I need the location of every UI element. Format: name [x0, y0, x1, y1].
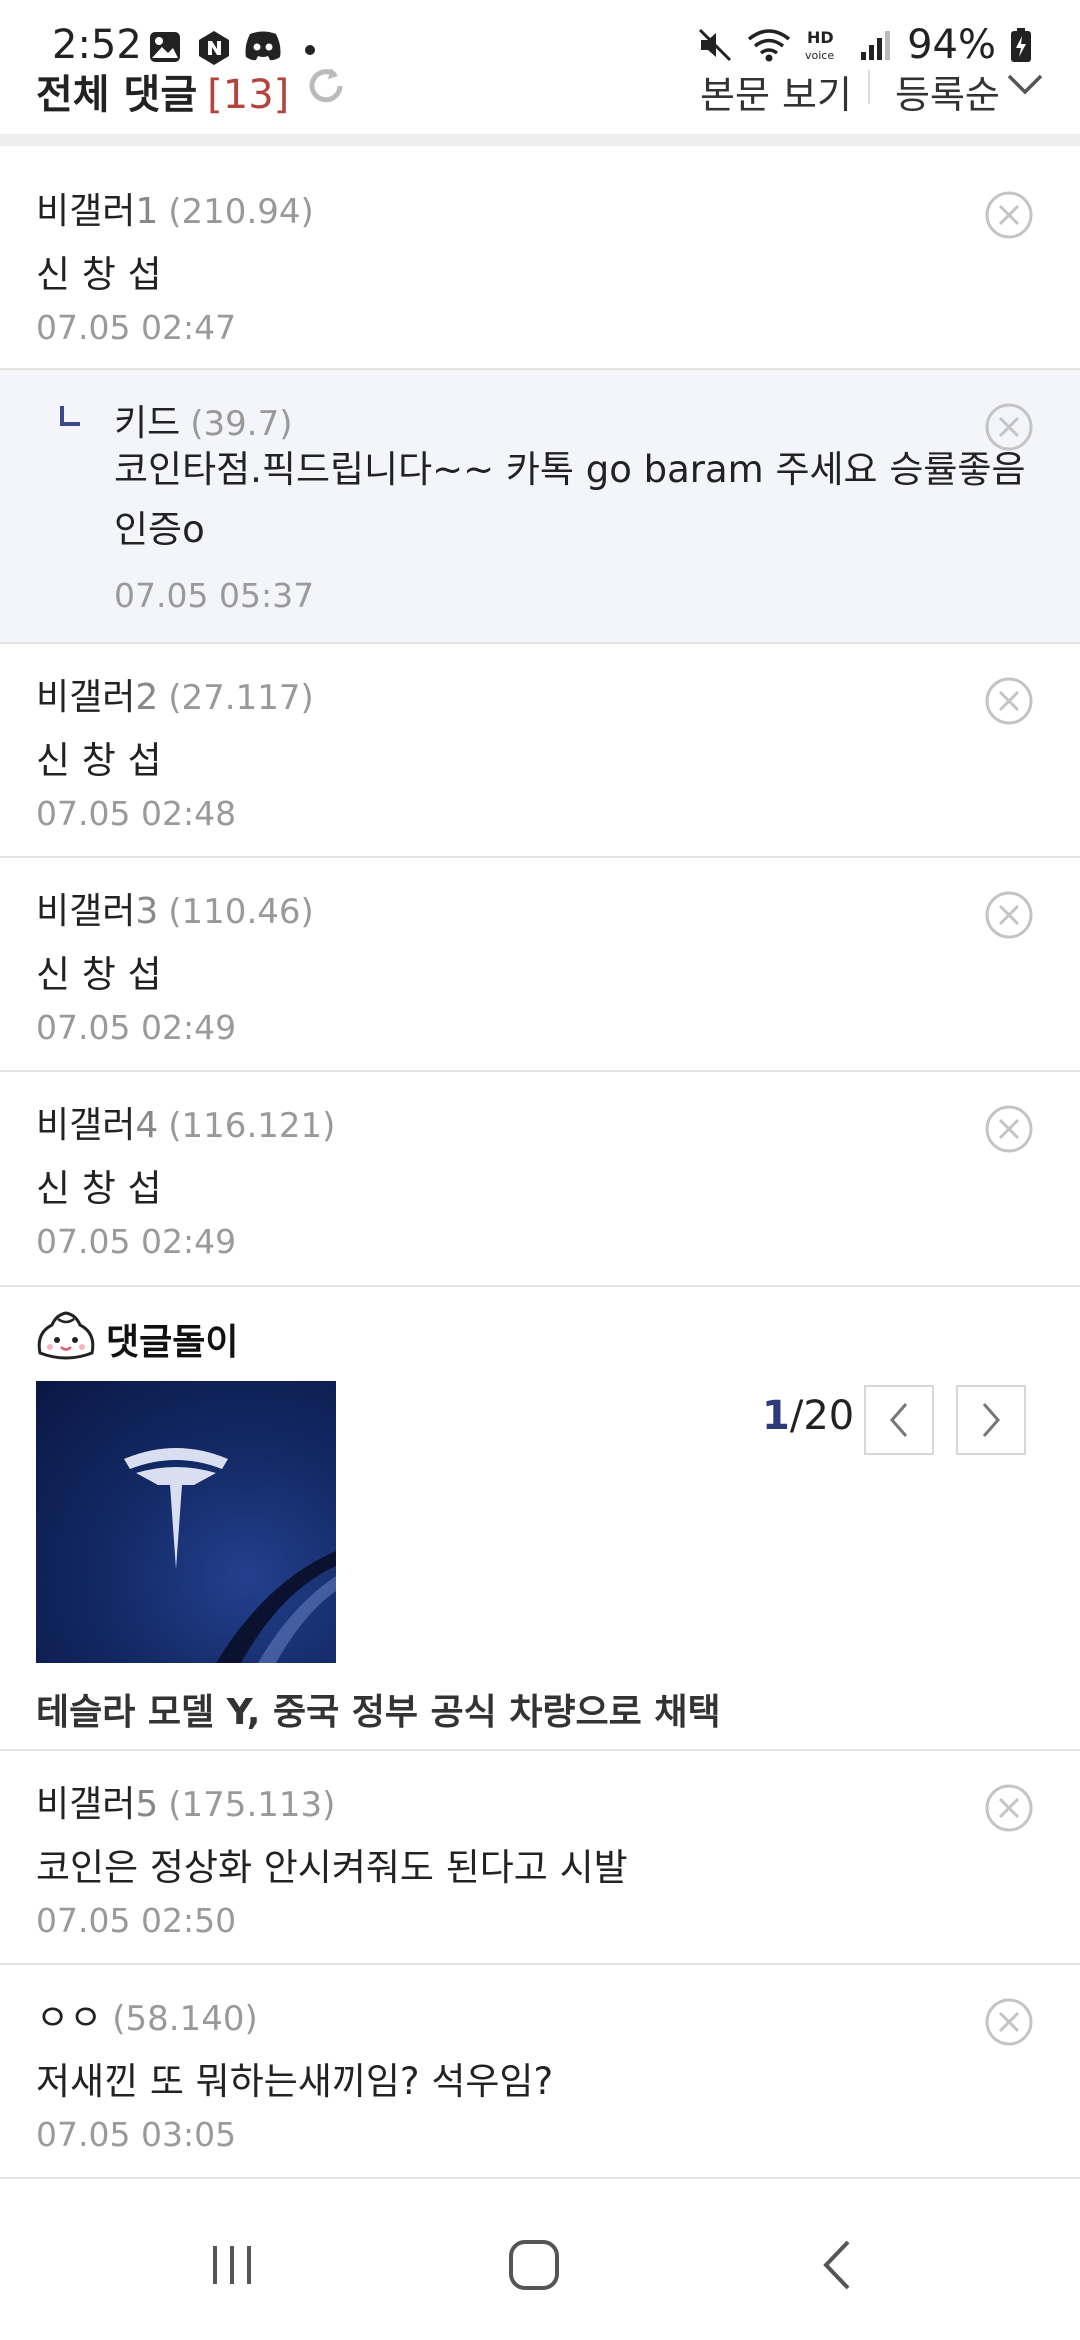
author-name: 비갤러	[36, 191, 136, 232]
status-right: HD voice 94%	[697, 22, 1032, 68]
mute-icon	[699, 28, 732, 62]
delete-comment-icon[interactable]	[984, 190, 1034, 240]
author-ip: (175.113)	[168, 1785, 336, 1825]
author-ip: (58.140)	[112, 1999, 258, 2039]
comment-text: 신 창 섭	[36, 253, 162, 296]
naver-icon	[199, 31, 229, 65]
comment-author[interactable]: 비갤러5 (175.113)	[36, 1775, 335, 1827]
home-button[interactable]	[494, 2230, 574, 2300]
author-ip: (116.121)	[168, 1106, 336, 1146]
svg-text:voice: voice	[805, 49, 834, 62]
author-ip: (27.117)	[168, 678, 314, 718]
author-name: 키드	[114, 403, 181, 444]
article-title-link[interactable]: 테슬라 모델 Y, 중국 정부 공식 차량으로 채택	[36, 1683, 721, 1735]
battery-percent: 94%	[907, 22, 996, 68]
recommend-title: 댓글돌이	[106, 1322, 239, 1363]
comment-author[interactable]: 비갤러2 (27.117)	[36, 668, 314, 720]
comment-date: 07.05 02:49	[36, 1222, 237, 1261]
comment-date: 07.05 03:05	[36, 2115, 237, 2154]
comment-date: 07.05 05:37	[114, 576, 315, 615]
comment-text: 신 창 섭	[36, 739, 162, 782]
comment-text: 신 창 섭	[36, 1167, 162, 1210]
author-ip: (39.7)	[190, 404, 293, 444]
delete-comment-icon[interactable]	[984, 1997, 1034, 2047]
delete-comment-icon[interactable]	[984, 1783, 1034, 1833]
delete-comment-icon[interactable]	[984, 676, 1034, 726]
comment-author[interactable]: ㅇㅇ (58.140)	[36, 1989, 258, 2041]
comment-date: 07.05 02:47	[36, 308, 237, 347]
dumpling-mascot-icon	[37, 1311, 95, 1360]
delete-comment-icon[interactable]	[984, 1104, 1034, 1154]
reply-item: 키드 (39.7) 코인타점.픽드립니다~~ 카톡 go baram 주세요 승률…	[0, 370, 1080, 644]
author-ip: (110.46)	[168, 892, 314, 932]
discord-icon	[245, 31, 281, 61]
recommend-pager: 1/20	[762, 1393, 854, 1439]
author-number: 1	[135, 191, 159, 232]
comment-item: 비갤러1 (210.94) 신 창 섭 07.05 02:47	[0, 158, 1080, 370]
comment-date: 07.05 02:49	[36, 1008, 237, 1047]
prev-button[interactable]	[864, 1385, 934, 1455]
comment-item: ㅇㅇ (58.140) 저새낀 또 뭐하는새끼임? 석우임? 07.05 03:0…	[0, 1965, 1080, 2179]
reply-arrow-icon	[60, 406, 80, 426]
comment-text: 신 창 섭	[36, 953, 162, 996]
signal-icon	[861, 31, 891, 60]
comment-author[interactable]: 비갤러3 (110.46)	[36, 882, 314, 934]
dot-icon	[305, 45, 315, 55]
back-button[interactable]	[798, 2230, 878, 2300]
author-name: 비갤러	[36, 891, 136, 932]
comment-item: 비갤러4 (116.121) 신 창 섭 07.05 02:49	[0, 1072, 1080, 1287]
next-button[interactable]	[956, 1385, 1026, 1455]
delete-comment-icon[interactable]	[984, 890, 1034, 940]
author-ip: (210.94)	[168, 192, 314, 232]
status-bar: 2:52 HD voice 94%	[0, 0, 1080, 90]
status-time: 2:52	[52, 22, 142, 68]
author-name: 비갤러	[36, 1784, 136, 1825]
pager-total: /20	[789, 1393, 855, 1439]
recent-apps-button[interactable]	[192, 2230, 272, 2300]
author-number: 4	[135, 1105, 159, 1146]
author-name: 비갤러	[36, 677, 136, 718]
author-name: ㅇㅇ	[36, 1998, 103, 2039]
author-number: 2	[135, 677, 159, 718]
comment-text: 코인타점.픽드립니다~~ 카톡 go baram 주세요 승률좋음인증o	[114, 448, 1026, 551]
pager-current: 1	[762, 1393, 790, 1439]
system-nav-bar	[0, 2186, 1080, 2340]
article-thumbnail[interactable]	[36, 1381, 336, 1663]
comment-text: 코인은 정상화 안시켜줘도 된다고 시발	[36, 1846, 628, 1889]
hd-voice-icon: HD voice	[805, 28, 834, 62]
comment-date: 07.05 02:48	[36, 794, 237, 833]
comment-author[interactable]: 비갤러4 (116.121)	[36, 1096, 335, 1148]
chevron-right-icon	[982, 1403, 1000, 1437]
comment-item: 비갤러3 (110.46) 신 창 섭 07.05 02:49	[0, 858, 1080, 1072]
comment-text: 저새낀 또 뭐하는새끼임? 석우임?	[36, 2060, 554, 2103]
battery-icon	[1011, 28, 1031, 62]
gallery-icon	[150, 32, 180, 62]
comment-item: 비갤러2 (27.117) 신 창 섭 07.05 02:48	[0, 644, 1080, 858]
chevron-left-icon	[890, 1403, 908, 1437]
comment-author[interactable]: 키드 (39.7)	[114, 394, 292, 446]
comment-author[interactable]: 비갤러1 (210.94)	[36, 182, 314, 234]
svg-text:HD: HD	[807, 28, 834, 47]
home-icon	[509, 2240, 559, 2290]
recommend-section: 댓글돌이 1/20 테슬라 모델 Y, 중국 정부 공식 차량으로 채택	[0, 1287, 1080, 1751]
back-icon	[823, 2240, 850, 2290]
comment-item: 비갤러5 (175.113) 코인은 정상화 안시켜줘도 된다고 시발 07.05…	[0, 1751, 1080, 1965]
author-number: 3	[135, 891, 159, 932]
wifi-icon	[748, 29, 791, 62]
tesla-logo-icon	[124, 1448, 336, 1663]
delete-comment-icon[interactable]	[984, 402, 1034, 452]
author-name: 비갤러	[36, 1105, 136, 1146]
recent-apps-icon	[213, 2246, 251, 2284]
author-number: 5	[135, 1784, 159, 1825]
comment-date: 07.05 02:50	[36, 1901, 237, 1940]
